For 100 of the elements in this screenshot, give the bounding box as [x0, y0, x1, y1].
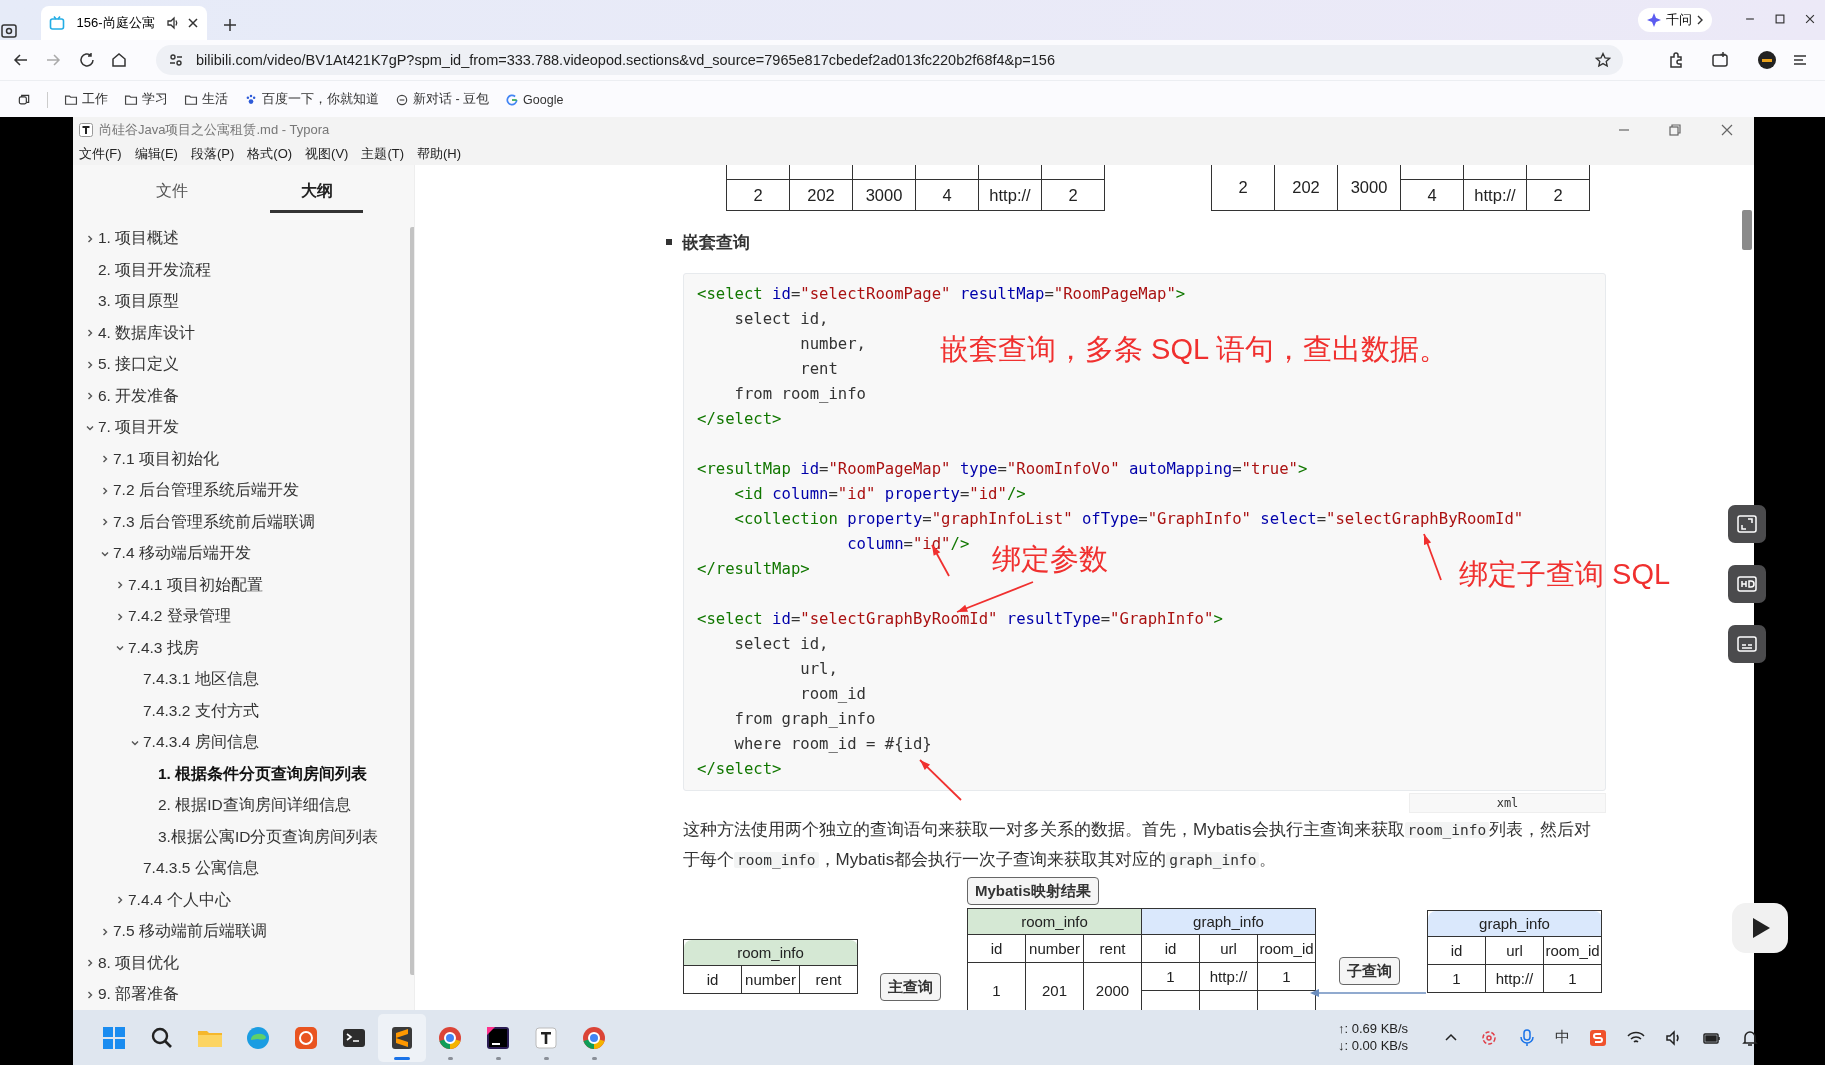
menu-item[interactable]: 主题(T): [361, 144, 405, 163]
menu-item[interactable]: 帮助(H): [417, 144, 462, 163]
menu-item[interactable]: 格式(O): [247, 144, 293, 163]
table-cell: 2: [1526, 179, 1590, 211]
table-cell: 4: [915, 179, 979, 211]
menu-item[interactable]: 视图(V): [305, 144, 349, 163]
table-cell: id: [1427, 936, 1486, 965]
table-cell: rent: [1083, 934, 1142, 963]
assistant-button[interactable]: 千问: [1638, 8, 1712, 32]
outline-item[interactable]: 2. 项目开发流程: [98, 259, 212, 281]
table-cell: http://: [978, 179, 1042, 211]
bookmark[interactable]: Google: [505, 92, 564, 107]
table-header: graph_info: [1427, 910, 1602, 937]
annotation-text: 绑定参数: [992, 542, 1108, 576]
table-cell: 1: [1543, 964, 1602, 993]
outline-item[interactable]: 7.4.3.2 支付方式: [143, 700, 259, 722]
outline-item[interactable]: 5. 接口定义: [98, 354, 180, 376]
table-cell: 2: [1211, 165, 1275, 211]
outline-item[interactable]: 7.4.4 个人中心: [128, 889, 231, 911]
outline-item[interactable]: 7.4.3.5 公寓信息: [143, 858, 259, 880]
table-cell: 1: [1257, 962, 1316, 991]
bookmark[interactable]: 新对话 - 豆包: [395, 91, 490, 108]
outline-item[interactable]: 7.4.3.1 地区信息: [143, 669, 259, 691]
diagram-label: Mybatis映射结果: [967, 877, 1099, 905]
code-line: <id column="id" property="id"/>: [733, 484, 1026, 505]
outline-item[interactable]: 1. 根据条件分页查询房间列表: [158, 763, 368, 785]
table-cell: 202: [1274, 165, 1338, 211]
table-cell: url: [1485, 936, 1544, 965]
table-cell: 3000: [852, 179, 916, 211]
code-line: select id,: [733, 309, 829, 330]
table-cell: 3000: [1337, 165, 1401, 211]
menu-item[interactable]: 编辑(E): [134, 144, 178, 163]
language-label[interactable]: xml: [1409, 793, 1606, 813]
table-cell: 1: [1427, 964, 1486, 993]
table-cell: 1: [1141, 962, 1200, 991]
table-header: room_info: [967, 908, 1142, 935]
bookmark[interactable]: 百度一下，你就知道: [244, 91, 379, 108]
table-cell: 4: [1400, 179, 1464, 211]
table-cell: 2: [1041, 179, 1105, 211]
code-line: room_id: [799, 684, 866, 705]
outline-item[interactable]: 6. 开发准备: [98, 385, 180, 407]
code-line: </select>: [697, 409, 782, 430]
bookmark[interactable]: 学习: [124, 91, 168, 108]
outline-item[interactable]: 7.2 后台管理系统后端开发: [113, 480, 299, 502]
table-cell: id: [683, 965, 742, 994]
outline-item[interactable]: 7.4 移动端后端开发: [113, 543, 251, 565]
outline-item[interactable]: 2. 根据ID查询房间详细信息: [158, 795, 351, 817]
menu-item[interactable]: 段落(P): [190, 144, 235, 163]
code-line: <collection property="graphInfoList" ofType="GraphInfo" select="selectGraphByRoomId": [733, 509, 1524, 530]
code-line: <resultMap id="RoomPageMap" type="RoomInfoVo" autoMapping="true">: [697, 459, 1308, 480]
outline-item[interactable]: 7.3 后台管理系统前后端联调: [113, 511, 315, 533]
outline-item[interactable]: 3. 项目原型: [98, 291, 180, 313]
outline-item[interactable]: 7.5 移动端前后端联调: [113, 921, 267, 943]
code-line: <select id="selectRoomPage" resultMap="RoomPageMap">: [697, 284, 1186, 305]
table-cell: id: [967, 934, 1026, 963]
outline-item[interactable]: 7.4.1 项目初始配置: [128, 574, 263, 596]
outline-item[interactable]: 9. 部署准备: [98, 984, 180, 1006]
table-cell: http://: [1485, 964, 1544, 993]
table-cell: rent: [799, 965, 858, 994]
table-cell: 202: [789, 179, 853, 211]
menu-item[interactable]: 文件(F): [79, 144, 122, 163]
outline-item[interactable]: 3.根据公寓ID分页查询房间列表: [158, 826, 379, 848]
table-header: graph_info: [1141, 908, 1316, 935]
table-cell: number: [1025, 934, 1084, 963]
input-method-indicator[interactable]: 中: [1555, 1028, 1570, 1047]
outline-item[interactable]: 7. 项目开发: [98, 417, 180, 439]
code-line: where room_id = #{id}: [733, 734, 932, 755]
code-line: number,: [799, 334, 866, 355]
table-cell: http://: [1199, 962, 1258, 991]
code-line: column="id"/>: [846, 534, 970, 555]
bookmark[interactable]: 生活: [184, 91, 228, 108]
sidebar-tab[interactable]: 文件: [125, 173, 218, 213]
outline-item[interactable]: 7.4.2 登录管理: [128, 606, 231, 628]
code-line: </resultMap>: [697, 559, 810, 580]
code-line: url,: [799, 659, 838, 680]
outline-item[interactable]: 7.4.3.4 房间信息: [143, 732, 259, 754]
annotation-text: 嵌套查询，多条 SQL 语句，查出数据。: [940, 332, 1449, 366]
code-line: select id,: [733, 634, 829, 655]
diagram-label: 子查询: [1339, 957, 1400, 985]
annotation-text: 绑定子查询 SQL: [1459, 557, 1671, 591]
table-cell: number: [741, 965, 800, 994]
outline-item[interactable]: 8. 项目优化: [98, 952, 180, 974]
table-cell: url: [1199, 934, 1258, 963]
network-speed: ↑: 0.69 KB/s: [1338, 1020, 1409, 1037]
table-header: room_info: [683, 939, 858, 966]
browser-tab[interactable]: 156-尚庭公寓: [41, 6, 207, 40]
outline-item[interactable]: 4. 数据库设计: [98, 322, 196, 344]
outline-item[interactable]: 1. 项目概述: [98, 228, 180, 250]
code-line: </select>: [697, 759, 782, 780]
section-heading: 嵌套查询: [682, 231, 750, 254]
address-bar[interactable]: bilibili.com/video/BV1At421K7gP?spm_id_from=333.788.videopod.sections&vd_source=7965e817cbedef2ad013fc220b2f68f4&p=156: [156, 45, 1623, 75]
bookmark[interactable]: 工作: [64, 91, 108, 108]
sidebar-tab[interactable]: 大纲: [270, 173, 363, 213]
code-line: <select id="selectGraphByRoomId" resultType="GraphInfo">: [697, 609, 1223, 630]
outline-item[interactable]: 7.4.3 找房: [128, 637, 199, 659]
paragraph: 这种方法使用两个独立的查询语句来获取一对多关系的数据。首先，Mybatis会执行主查询来获取 room_info 列表，然后对于每个 room_info ，Mybatis都会执行一次子查询来获取其对应的 graph_info 。: [683, 819, 1593, 871]
table-cell: http://: [1463, 179, 1527, 211]
outline-item[interactable]: 7.1 项目初始化: [113, 448, 219, 470]
table-cell: room_id: [1257, 934, 1316, 963]
diagram-label: 主查询: [880, 973, 941, 1001]
